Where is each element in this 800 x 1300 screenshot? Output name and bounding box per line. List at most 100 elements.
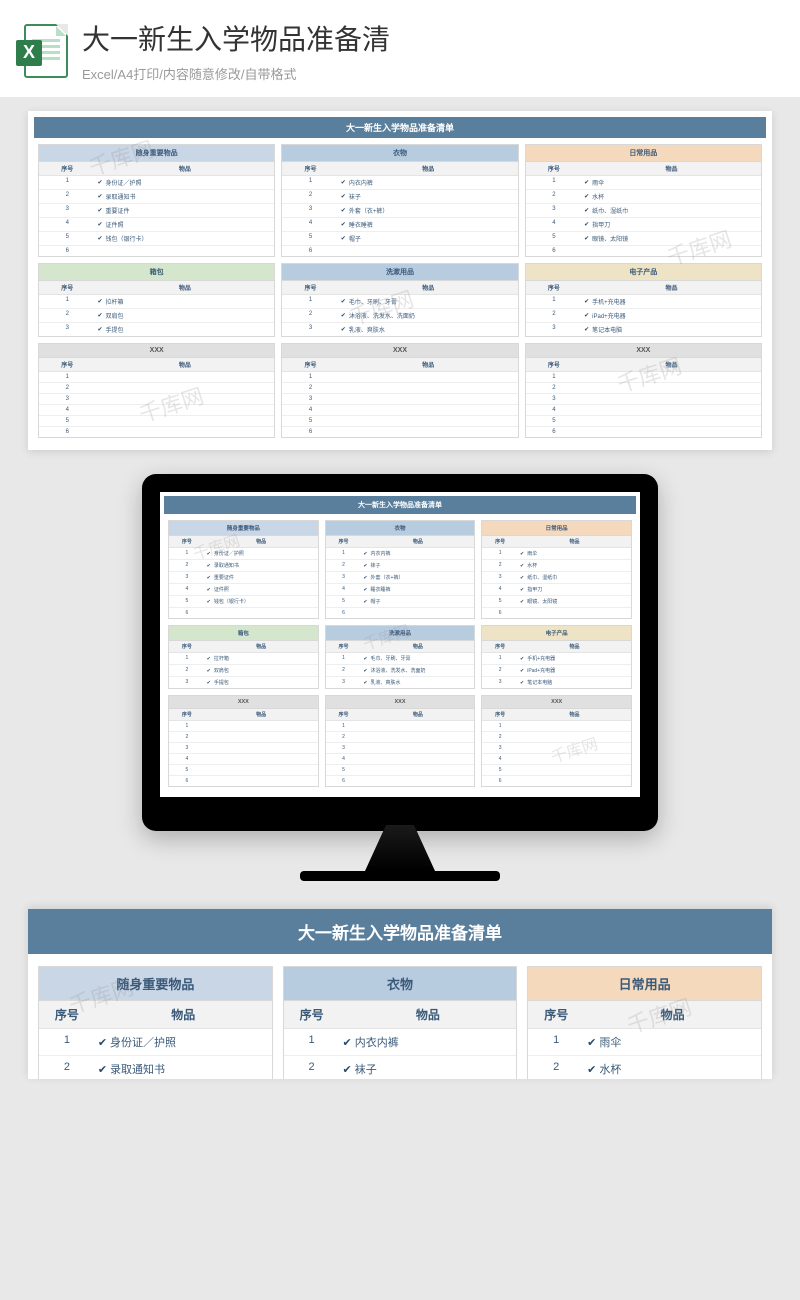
item-text: 纸巾、湿纸巾 <box>527 574 557 581</box>
col-item-header: 物品 <box>518 536 631 547</box>
col-item-header: 物品 <box>339 1001 516 1028</box>
table-row: 5✔眼镜、太阳镜 <box>482 596 631 608</box>
table-row: 1 <box>39 372 274 383</box>
row-number: 4 <box>39 218 95 231</box>
row-item <box>205 608 318 618</box>
row-item: ✔睡衣睡裤 <box>361 584 474 595</box>
check-icon: ✔ <box>363 680 367 686</box>
row-item <box>339 405 518 415</box>
row-number: 1 <box>326 653 362 664</box>
row-number: 4 <box>39 405 95 415</box>
table-row: 4 <box>326 754 475 765</box>
row-item <box>205 721 318 731</box>
row-item: ✔手提包 <box>95 323 274 336</box>
table-row: 3 <box>282 394 517 405</box>
row-item: ✔身份证／护照 <box>95 1029 272 1055</box>
check-icon: ✔ <box>97 193 102 200</box>
table-row: 3 <box>326 743 475 754</box>
table-row: 5✔帽子 <box>326 596 475 608</box>
row-item: ✔帽子 <box>339 232 518 245</box>
row-item <box>205 732 318 742</box>
row-number: 4 <box>282 218 338 231</box>
item-text: 沐浴液、洗发水、洗面奶 <box>371 667 426 674</box>
check-icon: ✔ <box>363 563 367 569</box>
table-row: 1✔内衣内裤 <box>282 176 517 190</box>
table-row: 5✔钱包（银行卡） <box>169 596 318 608</box>
table-row: 5 <box>526 416 761 427</box>
item-text: 手机+充电器 <box>592 297 626 306</box>
table-row: 2 <box>326 732 475 743</box>
item-text: 重要证件 <box>214 574 234 581</box>
col-item-header: 物品 <box>582 162 761 175</box>
row-item: ✔袜子 <box>339 190 518 203</box>
table-row: 2 <box>482 732 631 743</box>
item-text: 录取通知书 <box>214 562 239 569</box>
item-text: 手机+充电器 <box>527 655 555 662</box>
template-preview-flat: 大一新生入学物品准备清单 随身重要物品序号物品1✔身份证／护照2✔录取通知书3✔… <box>28 111 772 450</box>
table-row: 2 <box>169 732 318 743</box>
check-icon: ✔ <box>520 551 524 557</box>
col-item-header: 物品 <box>339 358 518 371</box>
table-row: 4✔睡衣睡裤 <box>326 584 475 596</box>
category-header: XXX <box>326 696 475 708</box>
check-icon: ✔ <box>341 298 346 305</box>
col-item-header: 物品 <box>339 162 518 175</box>
category-header: XXX <box>482 696 631 708</box>
check-icon: ✔ <box>207 668 211 674</box>
row-item: ✔指甲刀 <box>518 584 631 595</box>
item-text: 眼镜、太阳镜 <box>592 234 628 243</box>
category-block: XXX序号物品123456 <box>525 343 762 438</box>
row-number: 1 <box>282 176 338 189</box>
row-number: 6 <box>482 776 518 786</box>
item-text: iPad+充电器 <box>592 311 626 320</box>
table-row: 5✔钱包（银行卡） <box>39 232 274 246</box>
table-row: 1 <box>526 372 761 383</box>
check-icon: ✔ <box>520 587 524 593</box>
item-text: 外套（衣+裤） <box>349 206 389 215</box>
item-text: 沐浴液、洗发水、洗面奶 <box>349 311 415 320</box>
row-number: 5 <box>282 416 338 426</box>
row-number: 3 <box>39 394 95 404</box>
table-row: 3✔纸巾、湿纸巾 <box>526 204 761 218</box>
category-block: 随身重要物品序号物品1✔身份证／护照2✔录取通知书3✔重要证件4✔证件照5✔钱包… <box>168 520 319 619</box>
category-block: 衣物序号物品1✔内衣内裤2✔袜子3✔外套（衣+裤）4✔睡衣睡裤5✔帽子6 <box>281 144 518 257</box>
row-item: ✔钱包（银行卡） <box>205 596 318 607</box>
item-text: 雨伞 <box>599 1034 621 1050</box>
table-row: 1✔内衣内裤 <box>326 548 475 560</box>
row-item: ✔手提包 <box>205 677 318 688</box>
col-number-header: 序号 <box>326 641 362 652</box>
table-row: 5✔眼镜、太阳镜 <box>526 232 761 246</box>
check-icon: ✔ <box>341 221 346 228</box>
row-item <box>582 383 761 393</box>
table-row: 3✔乳液、爽肤水 <box>282 323 517 336</box>
item-text: 袜子 <box>355 1061 377 1077</box>
category-header: 随身重要物品 <box>39 145 274 161</box>
col-number-header: 序号 <box>282 358 338 371</box>
check-icon: ✔ <box>97 298 102 305</box>
row-item <box>518 732 631 742</box>
row-item: ✔录取通知书 <box>205 560 318 571</box>
row-number: 1 <box>526 372 582 382</box>
row-item <box>339 383 518 393</box>
col-number-header: 序号 <box>169 641 205 652</box>
row-item: ✔iPad+充电器 <box>582 309 761 322</box>
row-number: 5 <box>526 232 582 245</box>
category-block: 日常用品序号物品1✔雨伞2✔水杯 <box>527 966 762 1079</box>
check-icon: ✔ <box>207 575 211 581</box>
col-item-header: 物品 <box>339 281 518 294</box>
table-row: 4✔指甲刀 <box>526 218 761 232</box>
item-text: 钱包（银行卡） <box>214 598 249 605</box>
check-icon: ✔ <box>363 599 367 605</box>
row-number: 5 <box>326 596 362 607</box>
row-item <box>339 246 518 256</box>
check-icon: ✔ <box>584 207 589 214</box>
item-text: 双肩包 <box>106 311 124 320</box>
row-item: ✔袜子 <box>361 560 474 571</box>
template-preview-large: 大一新生入学物品准备清单 随身重要物品序号物品1✔身份证／护照2✔录取通知书衣物… <box>28 909 772 1079</box>
row-number: 5 <box>526 416 582 426</box>
row-item <box>361 732 474 742</box>
item-text: 拉杆箱 <box>106 297 124 306</box>
item-text: 拉杆箱 <box>214 655 229 662</box>
row-item <box>95 372 274 382</box>
table-row: 3✔笔记本电脑 <box>482 677 631 688</box>
